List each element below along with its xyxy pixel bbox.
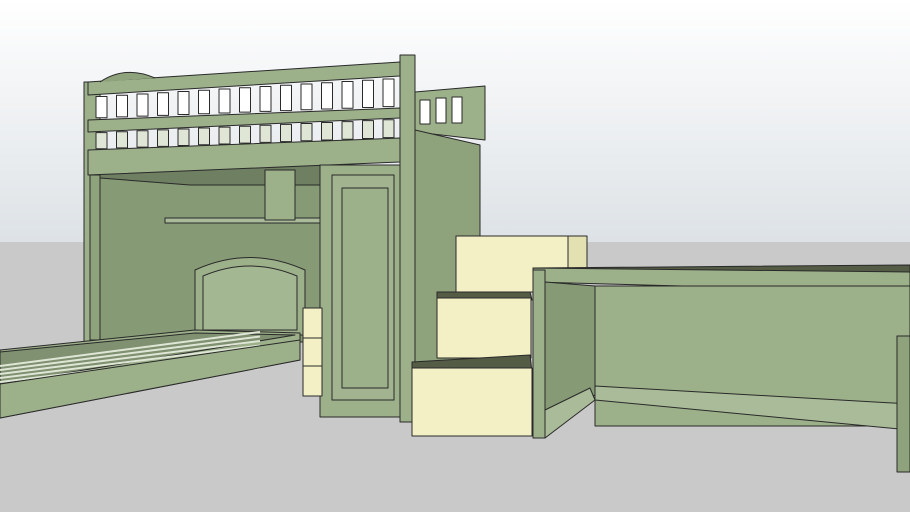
slat-gap bbox=[362, 79, 374, 108]
slat-gap bbox=[259, 86, 272, 112]
stair-middle bbox=[436, 297, 532, 359]
slat-gap bbox=[136, 93, 149, 117]
slat-gap bbox=[177, 91, 190, 116]
slat-gap bbox=[300, 83, 313, 111]
slat-gap bbox=[341, 81, 354, 109]
wardrobe-door-panel bbox=[341, 187, 389, 389]
slat-gap bbox=[198, 127, 210, 146]
slat-gap bbox=[382, 119, 395, 139]
slat-gap bbox=[198, 89, 210, 115]
slat-gap bbox=[95, 96, 108, 119]
slat-gap bbox=[95, 132, 108, 150]
slat-gap bbox=[157, 129, 169, 147]
model-render bbox=[0, 0, 910, 512]
slat-gap bbox=[239, 125, 251, 144]
slat-gap bbox=[116, 131, 128, 149]
stair-bottom bbox=[411, 367, 533, 437]
slat-gap bbox=[382, 78, 395, 108]
slat-gap bbox=[300, 122, 313, 142]
left-side-panel bbox=[89, 174, 101, 341]
slat-gap bbox=[321, 122, 333, 141]
slat-gap bbox=[218, 88, 231, 114]
slat-gap bbox=[136, 130, 149, 148]
slat-gap bbox=[362, 120, 374, 139]
slat-gap bbox=[341, 121, 354, 140]
drawer-unit bbox=[302, 307, 323, 397]
slat-gap bbox=[321, 82, 333, 110]
slat-gap bbox=[239, 87, 251, 113]
chair-edge bbox=[896, 335, 910, 473]
headboard-panel bbox=[202, 265, 298, 331]
slat-gap bbox=[259, 124, 272, 143]
slat-gap bbox=[116, 94, 128, 118]
shelf bbox=[164, 217, 321, 224]
shelf-support bbox=[264, 169, 296, 221]
desk-leg bbox=[532, 269, 546, 439]
far-guard-slats bbox=[419, 96, 463, 125]
slat-gap bbox=[218, 126, 231, 145]
sketchup-model-view bbox=[0, 0, 910, 512]
slat-gap bbox=[280, 123, 292, 143]
slat-gap bbox=[157, 92, 169, 116]
slat-gap bbox=[280, 84, 292, 112]
slat-gap bbox=[177, 128, 190, 147]
